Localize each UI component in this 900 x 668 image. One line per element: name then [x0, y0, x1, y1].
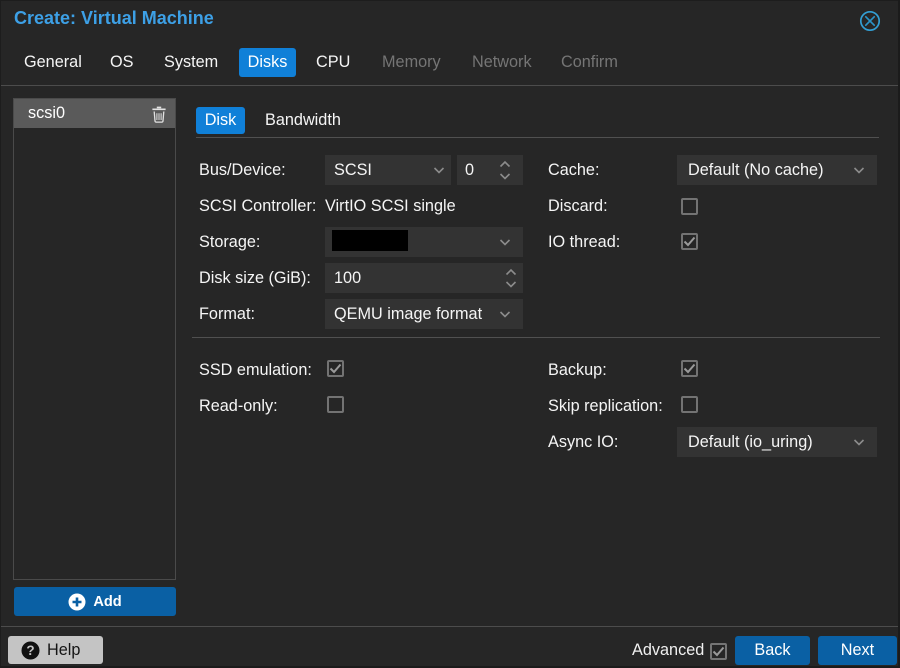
svg-text:?: ?: [26, 643, 34, 658]
